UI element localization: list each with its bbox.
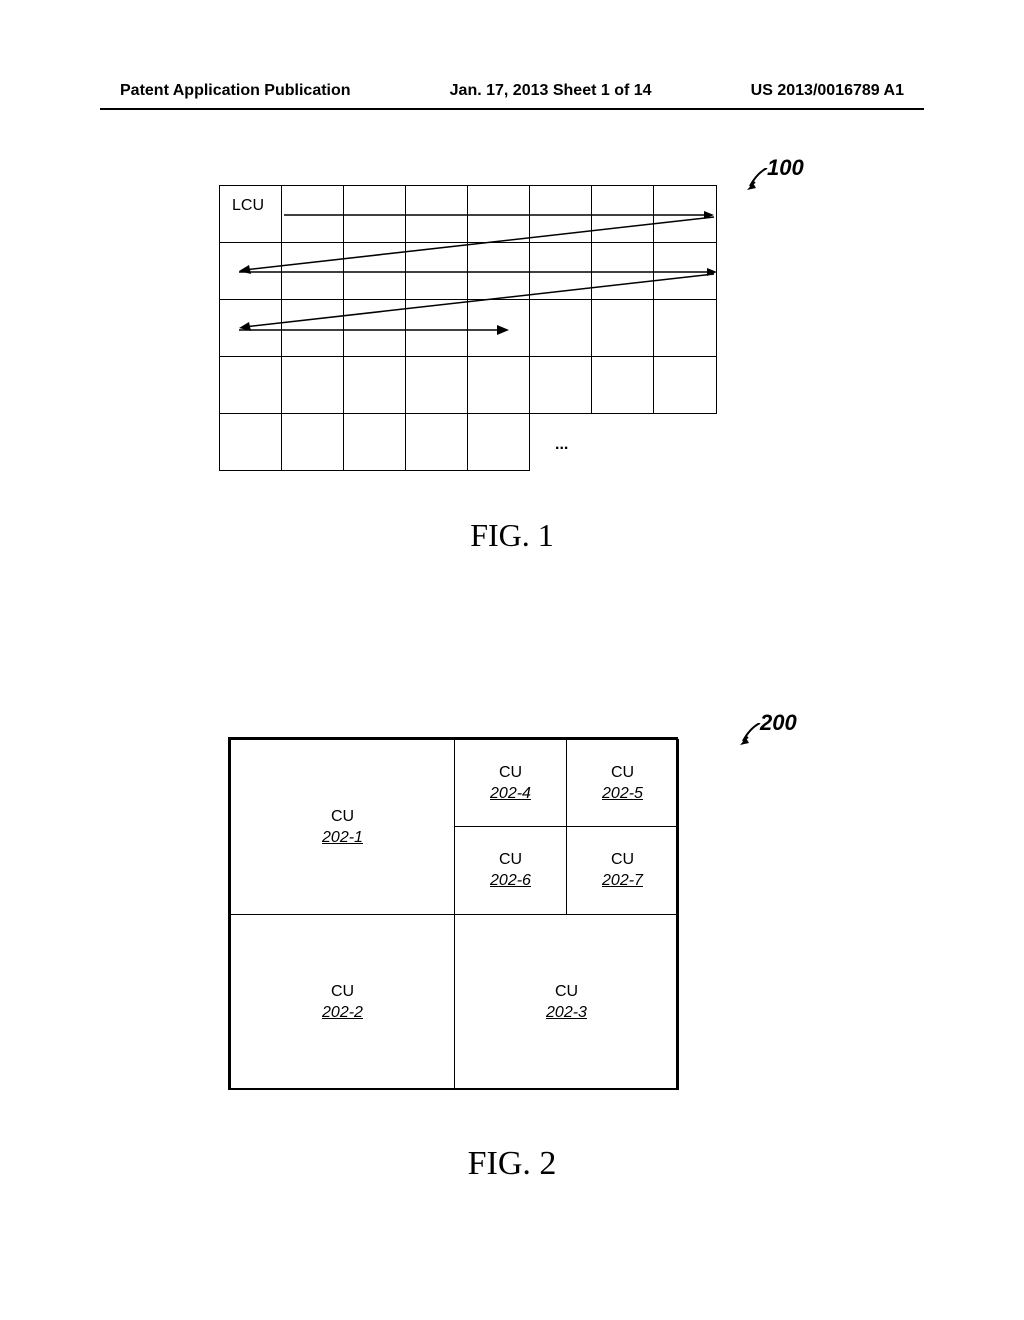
grid-cell	[281, 356, 344, 414]
cu-cell-202-5: CU 202-5	[566, 739, 679, 827]
grid-cell	[343, 356, 406, 414]
grid-cell	[467, 356, 530, 414]
cu-label: CU	[611, 851, 634, 869]
grid-cell	[467, 413, 530, 471]
cu-cell-202-4: CU 202-4	[454, 739, 567, 827]
grid-cell	[529, 356, 592, 414]
fig2-cu-container: CU 202-1 CU 202-2 CU 202-3 CU 202-4 CU 2…	[228, 737, 678, 1090]
fig1-reference-number: 100	[767, 155, 804, 181]
grid-cell	[219, 356, 282, 414]
header-date-sheet: Jan. 17, 2013 Sheet 1 of 14	[450, 82, 652, 100]
fig2-caption: FIG. 2	[0, 1145, 1024, 1183]
cu-ref: 202-6	[490, 872, 531, 890]
cu-cell-202-6: CU 202-6	[454, 826, 567, 915]
fig1-lcu-grid: LCU ...	[219, 185, 719, 475]
page-header: Patent Application Publication Jan. 17, …	[0, 82, 1024, 100]
cu-cell-202-7: CU 202-7	[566, 826, 679, 915]
cu-label: CU	[555, 983, 578, 1001]
fig1-grid-container: LCU ...	[219, 185, 719, 475]
grid-cell	[405, 413, 468, 471]
grid-cell	[405, 356, 468, 414]
scan-arrow-row3	[239, 325, 509, 335]
grid-cell	[591, 356, 654, 414]
cu-ref: 202-4	[490, 785, 531, 803]
cu-ref: 202-3	[546, 1004, 587, 1022]
cu-ref: 202-5	[602, 785, 643, 803]
header-publication: Patent Application Publication	[120, 82, 351, 100]
cu-label: CU	[611, 764, 634, 782]
grid-cell	[281, 413, 344, 471]
cu-cell-202-2: CU 202-2	[230, 914, 455, 1090]
grid-cell	[653, 356, 717, 414]
cu-cell-202-3: CU 202-3	[454, 914, 679, 1090]
fig1-caption: FIG. 1	[0, 517, 1024, 554]
cu-ref: 202-7	[602, 872, 643, 890]
lcu-label: LCU	[232, 197, 264, 215]
fig2-reference-number: 200	[760, 710, 797, 736]
cu-cell-202-1: CU 202-1	[230, 739, 455, 915]
grid-cell	[219, 413, 282, 471]
cu-label: CU	[499, 764, 522, 782]
cu-ref: 202-1	[322, 829, 363, 847]
header-patent-number: US 2013/0016789 A1	[751, 82, 904, 100]
cu-ref: 202-2	[322, 1004, 363, 1022]
cu-label: CU	[331, 983, 354, 1001]
header-divider	[100, 108, 924, 110]
cu-label: CU	[499, 851, 522, 869]
cu-label: CU	[331, 808, 354, 826]
ellipsis: ...	[555, 436, 568, 454]
grid-cell	[343, 413, 406, 471]
